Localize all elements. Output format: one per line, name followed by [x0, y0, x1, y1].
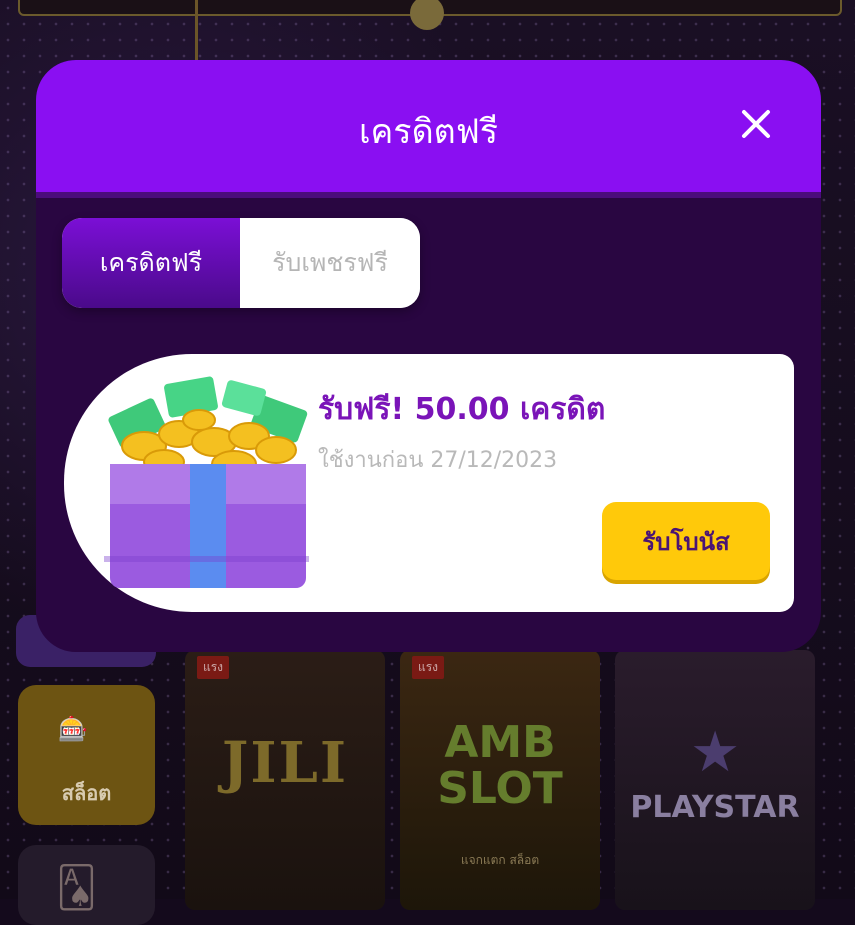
- close-icon[interactable]: [736, 104, 776, 144]
- game-tile-amb-slot[interactable]: แรง AMB SLOT แจกแตก สล็อต: [400, 650, 600, 910]
- tab-free-credit[interactable]: เครดิตฟรี: [62, 218, 240, 308]
- tab-free-diamonds[interactable]: รับเพชรฟรี: [240, 218, 420, 308]
- game-tile-jili[interactable]: แรง JILI: [185, 650, 385, 910]
- category-cards-tile[interactable]: 🂡: [18, 845, 155, 925]
- category-slot-tile[interactable]: 🎰 สล็อต: [18, 685, 155, 825]
- category-slot-label: สล็อต: [61, 781, 112, 805]
- gift-box-icon: [104, 376, 309, 595]
- free-credit-modal: เครดิตฟรี เครดิตฟรี รับเพชรฟรี รับฟรี! 5…: [36, 60, 821, 652]
- bonus-title: รับฟรี! 50.00 เครดิต: [318, 392, 606, 427]
- game-logo: JILI: [221, 730, 349, 796]
- game-subtitle: แจกแตก สล็อต: [460, 853, 540, 867]
- tab-bar: เครดิตฟรี รับเพชรฟรี: [62, 218, 420, 308]
- game-tag: แรง: [412, 656, 445, 679]
- game-tag: แรง: [197, 656, 230, 679]
- slot-icon: 🎰: [58, 715, 88, 743]
- game-tile-playstar[interactable]: ★ PLAYSTAR: [615, 650, 815, 910]
- star-icon: ★: [690, 720, 741, 785]
- modal-header: เครดิตฟรี: [36, 60, 821, 192]
- bonus-card: รับฟรี! 50.00 เครดิต ใช้งานก่อน 27/12/20…: [64, 354, 794, 612]
- game-logo: AMB SLOT: [437, 717, 563, 814]
- header-divider: [36, 192, 821, 198]
- bonus-expiry: ใช้งานก่อน 27/12/2023: [318, 448, 558, 473]
- cards-icon: 🂡: [56, 865, 97, 911]
- claim-bonus-button[interactable]: รับโบนัส: [602, 502, 770, 580]
- game-logo: PLAYSTAR: [630, 790, 800, 825]
- modal-title: เครดิตฟรี: [358, 112, 499, 152]
